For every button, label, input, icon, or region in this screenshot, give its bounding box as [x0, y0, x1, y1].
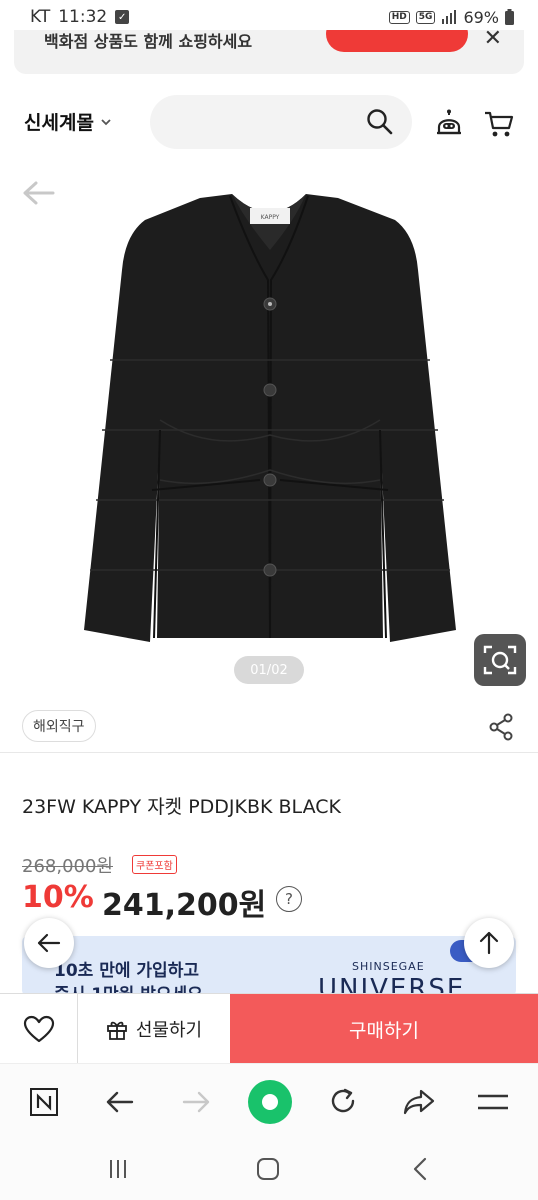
banner-open-button[interactable]	[326, 30, 468, 52]
image-search-icon[interactable]	[474, 634, 526, 686]
share-icon[interactable]	[486, 712, 516, 742]
membership-promo-banner[interactable]: 10초 만에 가입하고 즉시 1만원 받으세요 SHINSEGAE UNIVER…	[22, 936, 516, 996]
naver-home-icon[interactable]	[28, 1086, 60, 1118]
back-arrow-icon[interactable]	[24, 918, 74, 968]
battery-percent: 69%	[463, 7, 499, 27]
gift-label: 선물하기	[135, 1020, 203, 1041]
network-5g-icon: 5G	[415, 10, 436, 24]
gift-icon	[106, 1021, 127, 1040]
recent-apps-icon[interactable]	[104, 1155, 132, 1183]
brand-name: 신세계몰	[24, 112, 94, 134]
overseas-direct-badge: 해외직구	[22, 710, 96, 742]
banner-text: 백화점 상품도 함께 쇼핑하세요	[44, 32, 253, 51]
search-icon[interactable]	[366, 108, 394, 136]
purchase-action-bar: 선물하기 구매하기	[0, 993, 538, 1064]
chevron-down-icon	[100, 115, 112, 129]
cart-icon[interactable]	[482, 108, 516, 140]
check-notification-icon: ✓	[115, 10, 130, 24]
refresh-icon[interactable]	[326, 1086, 360, 1118]
menu-icon[interactable]	[476, 1086, 510, 1118]
promo-line-1: 10초 만에 가입하고	[54, 961, 199, 981]
green-dot-icon	[262, 1094, 278, 1110]
battery-icon	[505, 9, 514, 25]
app-promo-banner[interactable]: 백화점 상품도 함께 쇼핑하세요 ✕	[14, 30, 524, 74]
product-image[interactable]: KAPPY	[80, 190, 460, 654]
share-arrow-icon[interactable]	[402, 1086, 436, 1118]
original-price: 268,000원	[22, 856, 113, 877]
wishlist-button[interactable]	[0, 994, 78, 1064]
carrier-label: KT	[30, 7, 51, 27]
browser-toolbar	[0, 1063, 538, 1141]
promo-brand-top: SHINSEGAE	[352, 960, 425, 973]
chatbot-icon[interactable]	[432, 108, 466, 140]
buy-button[interactable]: 구매하기	[230, 994, 538, 1064]
back-arrow-icon[interactable]	[22, 180, 56, 210]
heart-icon	[23, 1015, 54, 1043]
buy-label: 구매하기	[349, 1019, 419, 1042]
signal-icon	[442, 10, 457, 24]
gift-button[interactable]: 선물하기	[78, 994, 230, 1064]
system-nav-bar	[0, 1141, 538, 1200]
sale-price: 241,200원	[102, 888, 267, 923]
clock: 11:32	[58, 7, 108, 27]
product-title: 23FW KAPPY 자켓 PDDJKBK BLACK	[22, 796, 341, 818]
system-back-icon[interactable]	[406, 1155, 434, 1183]
price-help-icon[interactable]: ?	[276, 886, 302, 912]
status-bar: KT 11:32 ✓ HD 5G 69%	[0, 0, 538, 34]
image-page-indicator: 01/02	[234, 656, 304, 684]
browser-forward-icon[interactable]	[180, 1086, 212, 1118]
scroll-top-icon[interactable]	[464, 918, 514, 968]
home-icon[interactable]	[254, 1155, 282, 1183]
hd-voice-icon: HD	[388, 10, 410, 24]
close-icon[interactable]: ✕	[484, 30, 502, 51]
discount-rate: 10%	[22, 880, 94, 915]
browser-home-button[interactable]	[248, 1080, 292, 1124]
search-input[interactable]	[150, 95, 412, 149]
coupon-badge: 쿠폰포함	[132, 855, 177, 874]
divider	[0, 752, 538, 753]
mall-selector[interactable]: 신세계몰	[24, 108, 112, 135]
svg-text:KAPPY: KAPPY	[261, 214, 280, 221]
browser-back-icon[interactable]	[104, 1086, 136, 1118]
